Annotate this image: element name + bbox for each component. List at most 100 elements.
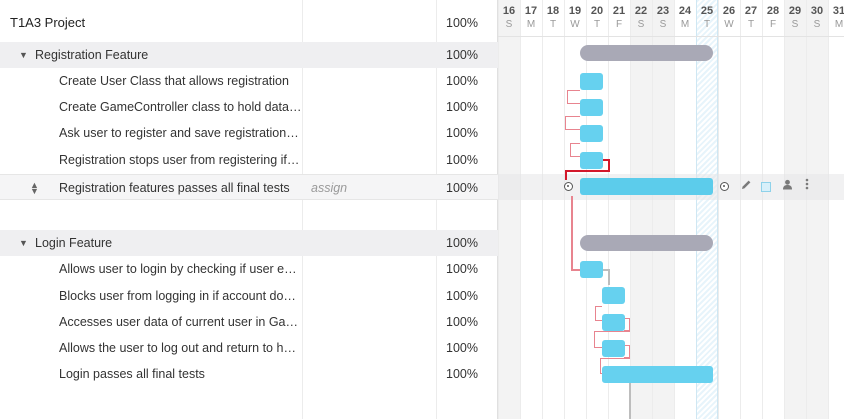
day-number: 28 [766,5,780,17]
day-header: 26 W [718,0,740,36]
task-row[interactable]: Accesses user data of current user in Ga… [0,309,498,335]
task-row-selected[interactable]: ▲ ▼ Registration features passes all fina… [0,174,498,200]
critical-link [565,170,567,180]
day-header: 25 T [696,0,718,36]
day-weekday: T [593,19,601,30]
timeline-header-divider [498,36,844,37]
gantt-chart: 16 S 17 M 18 T 19 W 20 T 21 F 22 S 23 S 24 M 25 T 26 W 27 T 28 F 2… [498,0,844,419]
day-column [520,0,542,419]
day-header: 17 M [520,0,542,36]
day-column [652,0,674,419]
day-number: 31 [832,5,844,17]
project-row[interactable]: T1A3 Project 100% [0,10,498,36]
assign-link[interactable]: assign [311,175,347,201]
triangle-down-icon[interactable]: ▼ [19,230,28,256]
dependency-link [595,306,602,321]
day-column [828,0,844,419]
task-bar[interactable] [580,125,603,142]
day-number: 22 [634,5,648,17]
day-header: 19 W [564,0,586,36]
dependency-link [567,90,580,104]
summary-bar-registration[interactable] [580,45,713,61]
day-header: 24 M [674,0,696,36]
task-row[interactable]: Create GameController class to hold data… [0,94,498,120]
task-row[interactable]: Allows the user to log out and return to… [0,335,498,361]
task-bar[interactable] [580,99,603,116]
day-number: 24 [678,5,692,17]
link-end-handle-icon[interactable] [720,182,729,191]
row-percent: 100% [446,100,478,114]
task-bar[interactable] [580,73,603,90]
user-icon[interactable] [778,178,796,196]
task-bar-selected[interactable] [580,178,713,195]
group-name: Registration Feature [35,48,149,62]
task-row[interactable]: Allows user to login by checking if user… [0,256,498,282]
day-number: 17 [524,5,538,17]
dependency-link [629,383,631,419]
dependency-link [571,269,580,271]
day-weekday: M [526,19,536,30]
row-percent: 100% [446,341,478,355]
task-bar[interactable] [602,340,625,357]
day-column [740,0,762,419]
color-icon[interactable] [757,178,775,196]
link-start-handle-icon[interactable] [564,182,573,191]
task-row[interactable]: Ask user to register and save registrati… [0,120,498,146]
row-percent: 100% [446,236,478,250]
day-number: 16 [502,5,516,17]
dependency-link [570,143,580,157]
task-bar[interactable] [602,366,713,383]
day-weekday: S [791,19,799,30]
task-bar[interactable] [580,152,603,169]
task-name: Login passes all final tests [59,367,205,381]
project-name: T1A3 Project [10,15,86,30]
day-header: 20 T [586,0,608,36]
day-header: 28 F [762,0,784,36]
task-bar[interactable] [602,287,625,304]
day-number: 27 [744,5,758,17]
day-header: 30 S [806,0,828,36]
task-row[interactable]: Create User Class that allows registrati… [0,68,498,94]
day-weekday: T [549,19,557,30]
row-percent: 100% [446,367,478,381]
task-bar[interactable] [580,261,603,278]
task-name: Registration features passes all final t… [59,181,290,195]
summary-bar-login[interactable] [580,235,713,251]
group-name: Login Feature [35,236,113,250]
drag-handle-icon[interactable]: ▲ ▼ [30,181,40,196]
day-header: 27 T [740,0,762,36]
row-percent: 100% [446,262,478,276]
day-column [630,0,652,419]
day-header: 22 S [630,0,652,36]
task-bar[interactable] [602,314,625,331]
row-percent: 100% [446,153,478,167]
day-number: 26 [722,5,736,17]
day-weekday: W [724,19,734,30]
day-column [806,0,828,419]
day-column [542,0,564,419]
task-row[interactable]: Login passes all final tests 100% [0,361,498,387]
day-weekday: M [834,19,844,30]
task-row[interactable]: Blocks user from logging in if account d… [0,283,498,309]
task-name: Blocks user from logging in if account d… [59,289,296,303]
day-weekday: F [615,19,623,30]
day-column [784,0,806,419]
project-percent: 100% [446,16,478,30]
row-percent: 100% [446,315,478,329]
dependency-link [565,116,580,130]
task-row[interactable]: Registration stops user from registering… [0,147,498,173]
day-column [498,0,520,419]
dependency-link [571,196,573,270]
group-row-login[interactable]: ▼ Login Feature 100% [0,230,498,256]
group-row-registration[interactable]: ▼ Registration Feature 100% [0,42,498,68]
task-name: Ask user to register and save registrati… [59,126,299,140]
day-weekday: S [505,19,513,30]
dependency-link [594,331,602,348]
row-percent: 100% [446,74,478,88]
more-icon[interactable] [798,178,816,196]
edit-icon[interactable] [737,178,755,196]
day-column [762,0,784,419]
triangle-down-icon[interactable]: ▼ [19,42,28,68]
task-list: T1A3 Project 100% ▼ Registration Feature… [0,0,498,419]
day-header: 29 S [784,0,806,36]
